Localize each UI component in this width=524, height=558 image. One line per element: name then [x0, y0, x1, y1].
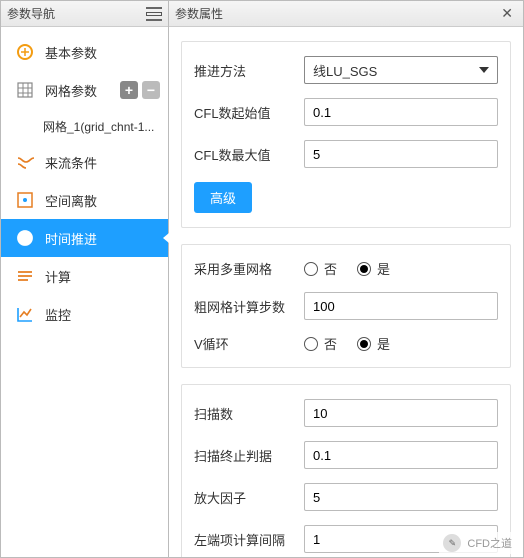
nav-panel-title: 参数导航 — [7, 5, 55, 22]
flow-icon — [15, 152, 35, 172]
radio-checked-icon — [357, 262, 371, 276]
scan-stop-input[interactable] — [304, 441, 498, 469]
vcycle-no-radio[interactable]: 否 — [304, 334, 337, 353]
compute-icon — [15, 266, 35, 286]
sidebar-item-label: 计算 — [45, 267, 160, 286]
props-body: 推进方法 线LU_SGS CFL数起始值 CFL数最大值 — [169, 27, 523, 557]
props-panel-header: 参数属性 ✕ — [169, 1, 523, 27]
time-icon — [15, 228, 35, 248]
sidebar-item-label: 基本参数 — [45, 43, 160, 62]
panel-menu-icon[interactable] — [146, 7, 162, 21]
multigrid-no-radio[interactable]: 否 — [304, 259, 337, 278]
sidebar-item-compute[interactable]: 计算 — [1, 257, 168, 295]
cfl-max-input[interactable] — [304, 140, 498, 168]
mesh-icon — [15, 80, 35, 100]
coarse-steps-input[interactable] — [304, 292, 498, 320]
group-scan: 扫描数 扫描终止判据 放大因子 — [181, 384, 511, 557]
sidebar-item-label: 来流条件 — [45, 153, 160, 172]
radio-icon — [304, 337, 318, 351]
sidebar-item-label: 网格_1(grid_chnt-1... — [43, 118, 160, 135]
props-panel: 参数属性 ✕ 推进方法 线LU_SGS CFL数起始值 — [169, 0, 524, 558]
chevron-down-icon — [479, 67, 489, 73]
group-multigrid: 采用多重网格 否 是 粗网格计算步数 — [181, 244, 511, 368]
vcycle-label: V循环 — [194, 334, 304, 353]
method-label: 推进方法 — [194, 61, 304, 80]
sidebar-item-label: 网格参数 — [45, 81, 120, 100]
cfl-max-label: CFL数最大值 — [194, 145, 304, 164]
remove-mesh-button[interactable]: − — [142, 81, 160, 99]
sidebar-item-basic[interactable]: 基本参数 — [1, 33, 168, 71]
interval-label: 左端项计算间隔 — [194, 530, 304, 549]
scan-label: 扫描数 — [194, 404, 304, 423]
method-value: 线LU_SGS — [313, 61, 377, 80]
sidebar-item-label: 空间离散 — [45, 191, 160, 210]
coarse-steps-label: 粗网格计算步数 — [194, 297, 304, 316]
cfl-start-input[interactable] — [304, 98, 498, 126]
sidebar-item-label: 时间推进 — [45, 229, 160, 248]
advanced-button[interactable]: 高级 — [194, 182, 252, 213]
scan-input[interactable] — [304, 399, 498, 427]
scan-stop-label: 扫描终止判据 — [194, 446, 304, 465]
sidebar-item-time[interactable]: 时间推进 — [1, 219, 168, 257]
sidebar-item-mesh-child[interactable]: 网格_1(grid_chnt-1... — [1, 109, 168, 143]
nav-list: 基本参数 网格参数 + − 网格_1(grid_chnt-1... 来 — [1, 27, 168, 339]
amp-label: 放大因子 — [194, 488, 304, 507]
sidebar-item-label: 监控 — [45, 305, 160, 324]
add-mesh-button[interactable]: + — [120, 81, 138, 99]
multigrid-label: 采用多重网格 — [194, 259, 304, 278]
group-advance-method: 推进方法 线LU_SGS CFL数起始值 CFL数最大值 — [181, 41, 511, 228]
monitor-icon — [15, 304, 35, 324]
props-panel-title: 参数属性 — [175, 5, 223, 22]
method-select[interactable]: 线LU_SGS — [304, 56, 498, 84]
cfl-start-label: CFL数起始值 — [194, 103, 304, 122]
radio-checked-icon — [357, 337, 371, 351]
spatial-icon — [15, 190, 35, 210]
sidebar-item-flow[interactable]: 来流条件 — [1, 143, 168, 181]
sidebar-item-spatial[interactable]: 空间离散 — [1, 181, 168, 219]
close-icon[interactable]: ✕ — [497, 5, 517, 22]
sidebar-item-mesh[interactable]: 网格参数 + − — [1, 71, 168, 109]
basic-icon — [15, 42, 35, 62]
sidebar-item-monitor[interactable]: 监控 — [1, 295, 168, 333]
nav-panel-header: 参数导航 — [1, 1, 168, 27]
amp-input[interactable] — [304, 483, 498, 511]
radio-icon — [304, 262, 318, 276]
interval-input[interactable] — [304, 525, 498, 553]
multigrid-yes-radio[interactable]: 是 — [357, 259, 390, 278]
vcycle-yes-radio[interactable]: 是 — [357, 334, 390, 353]
nav-panel: 参数导航 基本参数 网格参数 + − — [0, 0, 169, 558]
